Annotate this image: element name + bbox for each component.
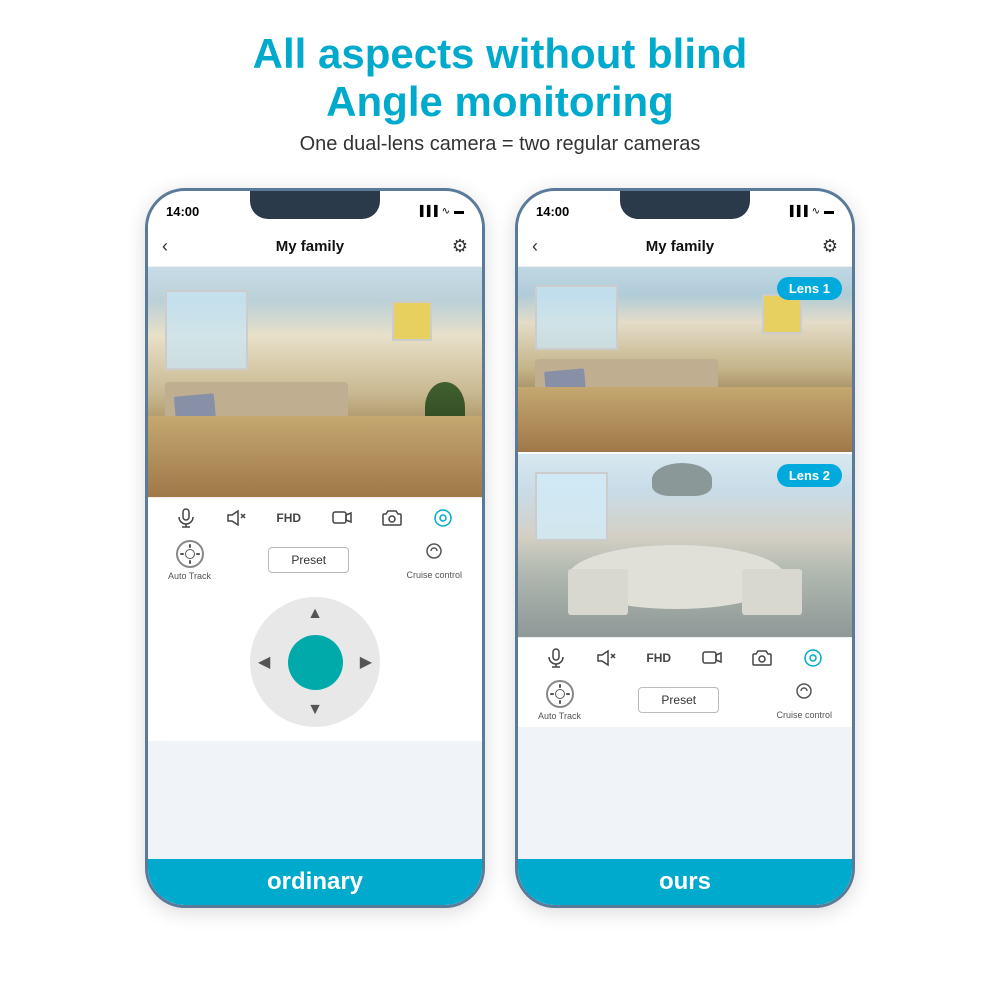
scene-wall-art: [392, 301, 432, 341]
side-button-right: [483, 311, 485, 361]
back-button-left[interactable]: ‹: [162, 236, 168, 257]
settings-icon-left[interactable]: ⚙: [452, 236, 468, 257]
app-title-right: My family: [646, 238, 714, 255]
camera-area-left: 44.20KB/s AUTO ▦▦ ∿: [148, 267, 482, 742]
side-button-left: [145, 291, 147, 321]
joystick-down[interactable]: ▼: [307, 701, 323, 719]
quality-label-left: FHD: [276, 511, 301, 525]
joystick-left[interactable]: ◀: [258, 652, 270, 672]
snapshot-btn-left[interactable]: [382, 509, 402, 526]
mic-btn-left[interactable]: [177, 508, 195, 528]
notch-left: [250, 191, 380, 219]
app-title-left: My family: [276, 238, 344, 255]
joystick-area: ▲ ▼ ◀ ▶: [148, 587, 482, 741]
controls-row-right: Auto Track Preset Cruise control: [518, 674, 852, 728]
record-btn-right[interactable]: [702, 650, 722, 665]
preset-btn-right[interactable]: Preset: [638, 687, 719, 713]
scene-wall-art-2t: [762, 294, 802, 334]
scene-pendant: [652, 463, 712, 496]
quality-label-right: FHD: [646, 651, 671, 665]
auto-track-label-left: Auto Track: [168, 571, 211, 582]
headline-line2: Angle monitoring: [326, 78, 674, 125]
cruise-icon-left: [423, 540, 445, 567]
headline-line1: All aspects without blind: [253, 30, 748, 77]
record-btn-left[interactable]: [332, 510, 352, 525]
auto-track-icon-left: [176, 540, 204, 568]
ptz-btn-left[interactable]: [433, 508, 453, 528]
page-container: All aspects without blind Angle monitori…: [0, 0, 1000, 1000]
cruise-label-right: Cruise control: [776, 710, 832, 721]
auto-track-icon-right: [546, 680, 574, 708]
lens1-badge: Lens 1: [777, 277, 842, 300]
app-header-right: ‹ My family ⚙: [518, 227, 852, 267]
scene-floor-2t: [518, 387, 852, 452]
controls-icons-right: FHD: [518, 637, 852, 674]
cruise-btn-right[interactable]: Cruise control: [776, 680, 832, 721]
camera-dual-bottom: Lens 2: [518, 452, 852, 637]
controls-row-left: Auto Track Preset Cruise control: [148, 534, 482, 588]
scene-floor: [148, 416, 482, 497]
joystick-right[interactable]: ▶: [360, 652, 372, 672]
wifi-icon-left: ∿: [442, 206, 450, 217]
status-time-left: 14:00: [166, 204, 199, 219]
snapshot-btn-right[interactable]: [752, 649, 772, 666]
mute-btn-right[interactable]: [596, 649, 616, 667]
headline-main: All aspects without blind Angle monitori…: [253, 30, 748, 127]
cruise-icon-right: [793, 680, 815, 707]
preset-btn-left[interactable]: Preset: [268, 547, 349, 573]
mute-btn-left[interactable]: [226, 509, 246, 527]
joystick-up[interactable]: ▲: [307, 605, 323, 623]
scene-chair-2: [742, 569, 802, 615]
controls-icons-left: FHD: [148, 497, 482, 534]
preset-label-right: Preset: [661, 693, 696, 707]
status-icons-right: ▐▐▐ ∿ ▬: [786, 206, 834, 217]
camera-area-right: Lens 1 Lens 2: [518, 267, 852, 728]
phone-right: 14:00 ▐▐▐ ∿ ▬ ‹ My family ⚙: [515, 188, 855, 908]
label-banner-left: ordinary: [148, 859, 482, 905]
camera-dual-top: Lens 1: [518, 267, 852, 452]
battery-icon-left: ▬: [454, 206, 464, 217]
scene-window-d: [535, 472, 608, 542]
side-button-right-phone-left: [515, 291, 517, 321]
joystick[interactable]: ▲ ▼ ◀ ▶: [250, 597, 380, 727]
app-header-left: ‹ My family ⚙: [148, 227, 482, 267]
label-text-left: ordinary: [267, 868, 363, 896]
battery-icon-right: ▬: [824, 206, 834, 217]
room-scene-left: [148, 267, 482, 497]
lens2-badge: Lens 2: [777, 464, 842, 487]
camera-single: 44.20KB/s AUTO ▦▦ ∿: [148, 267, 482, 497]
camera-dual: Lens 1 Lens 2: [518, 267, 852, 637]
label-banner-right: ours: [518, 859, 852, 905]
scene-chair-1: [568, 569, 628, 615]
notch-right: [620, 191, 750, 219]
label-text-right: ours: [659, 868, 711, 896]
settings-icon-right[interactable]: ⚙: [822, 236, 838, 257]
headline: All aspects without blind Angle monitori…: [253, 30, 748, 156]
cruise-btn-left[interactable]: Cruise control: [406, 540, 462, 581]
preset-label-left: Preset: [291, 553, 326, 567]
scene-window: [165, 290, 249, 371]
controls-area-left: FHD: [148, 497, 482, 742]
cruise-label-left: Cruise control: [406, 570, 462, 581]
headline-subtitle: One dual-lens camera = two regular camer…: [253, 133, 748, 156]
scene-window-2t: [535, 285, 619, 350]
status-time-right: 14:00: [536, 204, 569, 219]
mic-btn-right[interactable]: [547, 648, 565, 668]
auto-track-right[interactable]: Auto Track: [538, 680, 581, 722]
joystick-center[interactable]: [288, 635, 343, 690]
auto-track-left[interactable]: Auto Track: [168, 540, 211, 582]
back-button-right[interactable]: ‹: [532, 236, 538, 257]
phones-container: 14:00 ▐▐▐ ∿ ▬ ‹ My family ⚙ 44.20KB/s: [145, 188, 855, 908]
side-button-right-phone-right: [853, 311, 855, 361]
phone-left: 14:00 ▐▐▐ ∿ ▬ ‹ My family ⚙ 44.20KB/s: [145, 188, 485, 908]
quality-btn-right[interactable]: FHD: [646, 651, 671, 665]
auto-track-label-right: Auto Track: [538, 711, 581, 722]
ptz-btn-right[interactable]: [803, 648, 823, 668]
status-icons-left: ▐▐▐ ∿ ▬: [416, 206, 464, 217]
signal-icon-right: ▐▐▐: [786, 206, 807, 217]
quality-btn-left[interactable]: FHD: [276, 511, 301, 525]
controls-area-right: FHD: [518, 637, 852, 728]
signal-icon-left: ▐▐▐: [416, 206, 437, 217]
wifi-icon-right: ∿: [812, 206, 820, 217]
